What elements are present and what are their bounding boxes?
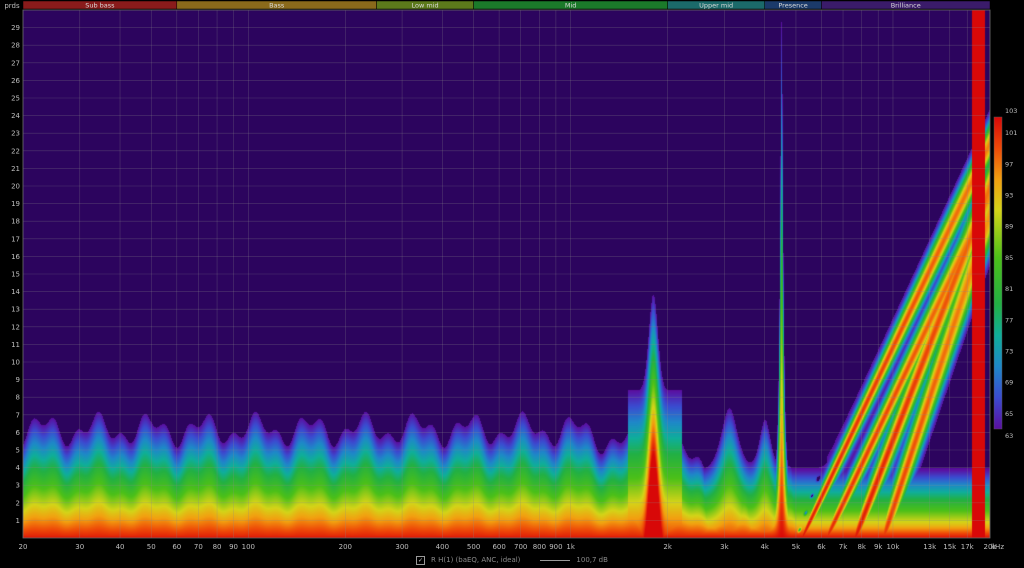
y-tick-17: 18 xyxy=(11,218,20,226)
colorbar-tick-0: 103 xyxy=(1005,107,1017,115)
x-tick-1: 30 xyxy=(75,543,84,551)
x-tick-19: 3k xyxy=(720,543,729,551)
x-tick-4: 60 xyxy=(172,543,181,551)
band-label-0: Sub bass xyxy=(85,2,115,10)
frequency-bands: Sub bass Bass Low mid Mid Upper mid Presence B… xyxy=(22,0,991,10)
y-tick-11: 12 xyxy=(11,323,20,331)
band-label-6: Brilliance xyxy=(891,2,921,10)
band-label-1: Bass xyxy=(269,2,285,10)
colorbar-tick-10: 65 xyxy=(1005,410,1013,418)
x-tick-13: 600 xyxy=(492,543,505,551)
y-tick-9: 10 xyxy=(11,359,20,367)
y-tick-5: 6 xyxy=(16,429,21,437)
y-tick-16: 17 xyxy=(11,235,20,243)
y-tick-25: 26 xyxy=(11,77,20,85)
x-tick-16: 900 xyxy=(549,543,562,551)
y-tick-8: 9 xyxy=(16,376,20,384)
y-tick-26: 27 xyxy=(11,59,20,67)
chart-legend: ✓ R H(1) (baEQ, ANC, ideal) 100,7 dB xyxy=(0,552,1024,568)
x-tick-24: 8k xyxy=(857,543,866,551)
y-tick-23: 24 xyxy=(11,112,20,120)
y-tick-12: 13 xyxy=(11,306,20,314)
colorbar-tick-7: 77 xyxy=(1005,316,1013,324)
x-tick-2: 40 xyxy=(116,543,125,551)
y-tick-20: 21 xyxy=(11,165,20,173)
x-tick-14: 700 xyxy=(514,543,527,551)
colorbar-tick-11: 63 xyxy=(1005,432,1013,440)
y-tick-14: 15 xyxy=(11,271,20,279)
y-tick-3: 4 xyxy=(16,464,21,472)
x-tick-15: 800 xyxy=(533,543,546,551)
colorbar-tick-4: 89 xyxy=(1005,223,1013,231)
x-tick-28: 15k xyxy=(943,543,957,551)
x-tick-11: 400 xyxy=(436,543,449,551)
y-tick-18: 19 xyxy=(11,200,20,208)
colorbar-gradient xyxy=(993,116,1003,430)
x-tick-7: 90 xyxy=(229,543,238,551)
band-label-4: Upper mid xyxy=(699,2,733,10)
y-tick-15: 16 xyxy=(11,253,20,261)
y-tick-19: 20 xyxy=(11,183,20,191)
x-tick-5: 70 xyxy=(194,543,203,551)
x-tick-10: 300 xyxy=(395,543,408,551)
y-tick-24: 25 xyxy=(11,95,20,103)
x-tick-29: 17k xyxy=(961,543,975,551)
y-tick-7: 8 xyxy=(16,394,20,402)
x-axis-unit: kHz xyxy=(991,543,1004,551)
band-label-2: Low mid xyxy=(412,2,439,10)
x-tick-22: 6k xyxy=(817,543,826,551)
colorbar: 103 101 97 93 89 85 81 77 73 69 65 63 xyxy=(993,107,1017,440)
x-tick-25: 9k xyxy=(874,543,883,551)
waterfall-chart: Sub bass Bass Low mid Mid Upper mid Presence B… xyxy=(0,0,1024,568)
x-tick-6: 80 xyxy=(213,543,222,551)
y-tick-0: 1 xyxy=(16,517,20,525)
series-line-swatch xyxy=(540,559,571,561)
y-tick-28: 29 xyxy=(11,24,20,32)
y-tick-10: 11 xyxy=(11,341,20,349)
y-tick-6: 7 xyxy=(16,411,20,419)
y-tick-13: 14 xyxy=(11,288,20,296)
colorbar-tick-3: 93 xyxy=(1005,192,1013,200)
x-tick-26: 10k xyxy=(886,543,900,551)
band-label-3: Mid xyxy=(565,2,577,10)
series-level: 100,7 dB xyxy=(576,556,608,564)
colorbar-tick-5: 85 xyxy=(1005,254,1013,262)
x-tick-20: 4k xyxy=(760,543,769,551)
y-tick-22: 23 xyxy=(11,130,20,138)
y-tick-27: 28 xyxy=(11,42,20,50)
y-tick-2: 3 xyxy=(16,482,20,490)
x-tick-23: 7k xyxy=(839,543,848,551)
colorbar-tick-8: 73 xyxy=(1005,348,1013,356)
colorbar-tick-2: 97 xyxy=(1005,160,1013,168)
colorbar-tick-9: 69 xyxy=(1005,379,1013,387)
y-axis-label: prds xyxy=(4,2,20,10)
series-label: R H(1) (baEQ, ANC, ideal) xyxy=(431,556,521,564)
x-tick-9: 200 xyxy=(339,543,352,551)
x-tick-27: 13k xyxy=(923,543,937,551)
spectrogram-svg: Sub bass Bass Low mid Mid Upper mid Presence B… xyxy=(4,0,1017,551)
x-tick-18: 2k xyxy=(663,543,672,551)
x-tick-0: 20 xyxy=(19,543,28,551)
y-tick-4: 5 xyxy=(16,447,20,455)
y-tick-1: 2 xyxy=(16,499,20,507)
colorbar-tick-1: 101 xyxy=(1005,129,1017,137)
band-label-5: Presence xyxy=(778,2,807,10)
x-tick-12: 500 xyxy=(467,543,480,551)
x-tick-21: 5k xyxy=(792,543,801,551)
y-tick-21: 22 xyxy=(11,147,20,155)
x-tick-3: 50 xyxy=(147,543,156,551)
x-tick-8: 100 xyxy=(242,543,255,551)
x-tick-17: 1k xyxy=(566,543,575,551)
colorbar-tick-6: 81 xyxy=(1005,285,1013,293)
series-checkbox[interactable]: ✓ xyxy=(416,555,426,565)
